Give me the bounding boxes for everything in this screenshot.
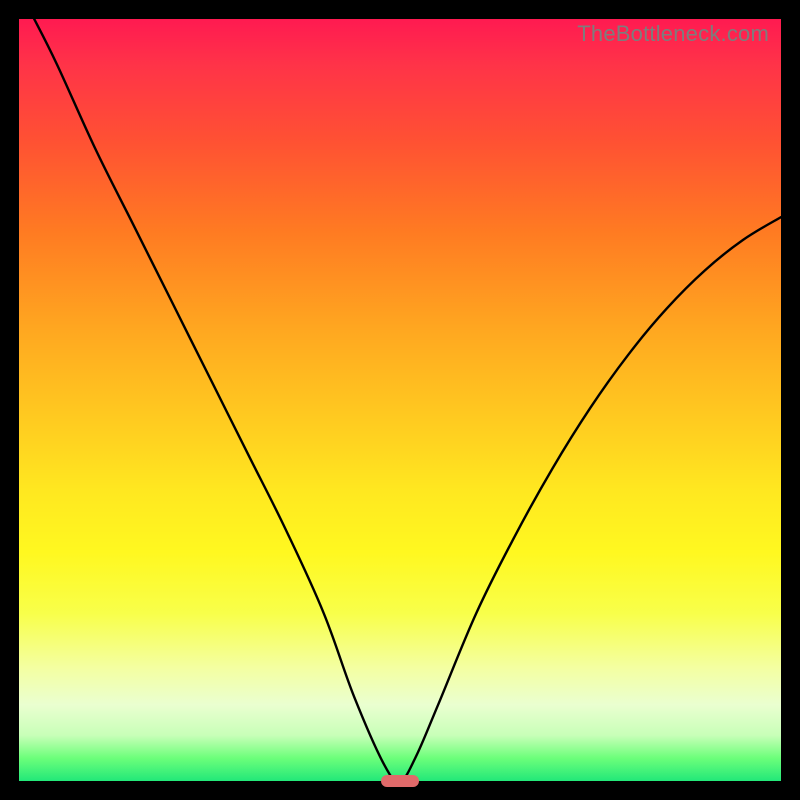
bottleneck-curve <box>19 19 781 781</box>
minimum-marker <box>381 775 419 787</box>
chart-frame: TheBottleneck.com <box>0 0 800 800</box>
plot-area: TheBottleneck.com <box>19 19 781 781</box>
